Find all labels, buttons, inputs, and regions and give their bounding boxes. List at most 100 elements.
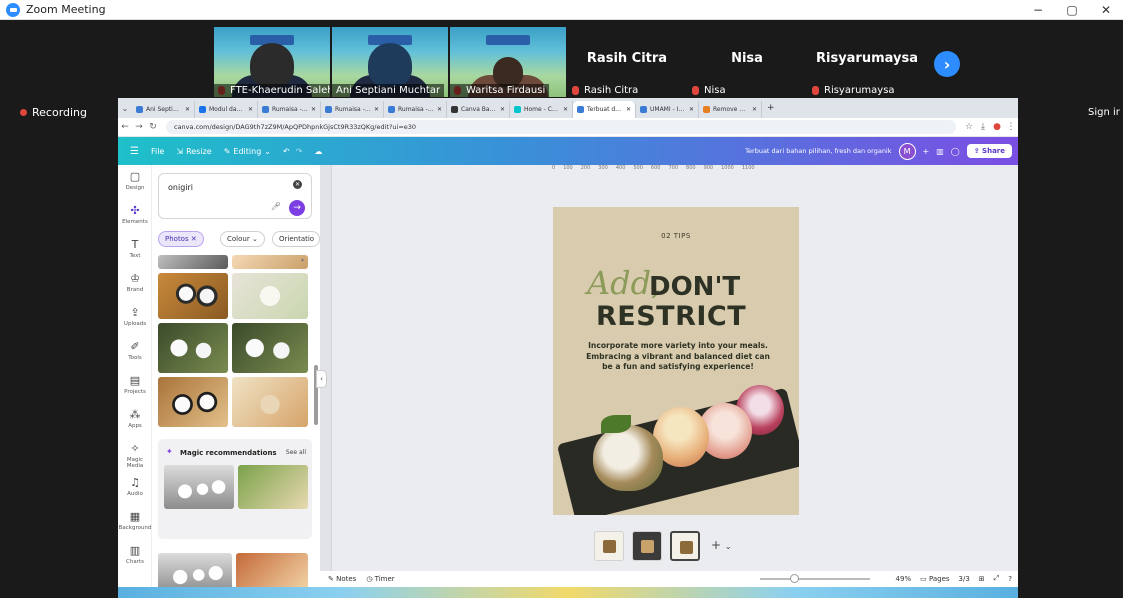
search-input[interactable]: onigiri bbox=[168, 183, 193, 192]
rail-item-uploads[interactable]: ⇪ Uploads bbox=[118, 307, 152, 328]
resize-button[interactable]: ⇲ Resize bbox=[176, 147, 211, 156]
rail-item-apps[interactable]: ⁂ Apps bbox=[118, 409, 152, 430]
rail-item-brand[interactable]: ♔ Brand bbox=[118, 273, 152, 294]
browser-tab[interactable]: Canva Basic Quiz✕ bbox=[447, 101, 510, 118]
pages-button[interactable]: ▭ Pages bbox=[920, 575, 949, 583]
download-icon[interactable]: ⤓ bbox=[976, 122, 990, 132]
tab-close-icon[interactable]: ✕ bbox=[563, 106, 568, 113]
browser-tab[interactable]: Ani Septiani Mu✕ bbox=[132, 101, 195, 118]
filter-chip-photos[interactable]: Photos ✕ bbox=[158, 231, 204, 247]
tab-close-icon[interactable]: ✕ bbox=[374, 106, 379, 113]
maximize-button[interactable]: ▢ bbox=[1055, 0, 1089, 20]
rail-item-tools[interactable]: ✐ Tools bbox=[118, 341, 152, 362]
zoom-slider[interactable] bbox=[760, 578, 870, 580]
hamburger-icon[interactable]: ☰ bbox=[130, 146, 139, 157]
rail-item-projects[interactable]: ▤ Projects bbox=[118, 375, 152, 396]
rail-item-magic-media[interactable]: ✧ Magic Media bbox=[118, 443, 152, 470]
photo-thumbnail[interactable] bbox=[232, 377, 308, 427]
rail-item-design[interactable]: ▢ Design bbox=[118, 171, 152, 192]
participant-tile[interactable]: Risyarumaysa Risyarumaysa bbox=[808, 27, 926, 97]
tab-close-icon[interactable]: ✕ bbox=[248, 106, 253, 113]
tab-close-icon[interactable]: ✕ bbox=[437, 106, 442, 113]
participant-tile[interactable]: Nisa Nisa bbox=[688, 27, 806, 97]
rail-item-audio[interactable]: ♫ Audio bbox=[118, 477, 152, 498]
zoom-slider-knob[interactable] bbox=[790, 574, 800, 583]
add-collaborator-icon[interactable]: + bbox=[923, 147, 930, 156]
document-title[interactable]: Terbuat dari bahan pilihan, fresh dan or… bbox=[745, 147, 891, 155]
photo-thumbnail[interactable] bbox=[232, 255, 308, 269]
browser-tab[interactable]: Modul dan Baha✕ bbox=[195, 101, 258, 118]
comment-icon[interactable]: ◯ bbox=[951, 147, 960, 156]
rail-item-text[interactable]: T Text bbox=[118, 239, 152, 260]
file-menu[interactable]: File bbox=[151, 147, 164, 156]
photo-thumbnail[interactable] bbox=[158, 255, 228, 269]
redo-icon[interactable]: ↷ bbox=[296, 147, 303, 156]
browser-tab[interactable]: Home - Canva✕ bbox=[510, 101, 573, 118]
forward-icon[interactable]: → bbox=[132, 122, 146, 132]
participant-tile[interactable]: Rasih Citra Rasih Citra bbox=[568, 27, 686, 97]
back-icon[interactable]: ← bbox=[118, 122, 132, 132]
photo-thumbnail[interactable] bbox=[158, 323, 228, 373]
undo-icon[interactable]: ↶ bbox=[283, 147, 290, 156]
help-icon[interactable]: ? bbox=[1008, 575, 1012, 583]
rail-item-elements[interactable]: ✣ Elements bbox=[118, 205, 152, 226]
see-all-link[interactable]: See all bbox=[286, 449, 306, 456]
notes-button[interactable]: ✎ Notes bbox=[328, 575, 356, 583]
fullscreen-icon[interactable]: ⤢ bbox=[994, 574, 1000, 583]
browser-tab[interactable]: Terbuat dari baha✕ bbox=[573, 101, 636, 118]
reload-icon[interactable]: ↻ bbox=[146, 122, 160, 132]
browser-tab[interactable]: Rumaisa - Photo✕ bbox=[258, 101, 321, 118]
poster-dont-text[interactable]: DON'T bbox=[649, 272, 740, 302]
rail-item-charts[interactable]: ▥ Charts bbox=[118, 545, 152, 566]
browser-tab[interactable]: Remove Backgrou✕ bbox=[699, 101, 762, 118]
filter-chip-orientation[interactable]: Orientatio bbox=[272, 231, 320, 247]
collapse-panel-icon[interactable]: ‹ bbox=[316, 370, 327, 388]
browser-tab[interactable]: UMAMI - Instagra✕ bbox=[636, 101, 699, 118]
menu-kebab-icon[interactable]: ⋮ bbox=[1004, 122, 1018, 132]
insights-chart-icon[interactable]: ▥ bbox=[936, 147, 944, 156]
add-page-button[interactable]: + ⌄ bbox=[711, 538, 732, 552]
new-tab-button[interactable]: + bbox=[767, 103, 775, 113]
photo-thumbnail[interactable] bbox=[164, 465, 234, 509]
tab-close-icon[interactable]: ✕ bbox=[185, 106, 190, 113]
zoom-level[interactable]: 49% bbox=[896, 575, 912, 583]
chevron-right-icon[interactable]: › bbox=[934, 51, 960, 77]
bookmark-star-icon[interactable]: ☆ bbox=[962, 122, 976, 132]
participant-tile[interactable]: FTE-Khaerudin Saleh-S... bbox=[214, 27, 330, 97]
page-thumbnail[interactable] bbox=[632, 531, 662, 561]
poster-page[interactable]: 02 TIPS Add, DON'T RESTRICT Incorporate … bbox=[553, 207, 799, 515]
tab-close-icon[interactable]: ✕ bbox=[689, 106, 694, 113]
participant-tile[interactable]: Waritsa Firdausi bbox=[450, 27, 566, 97]
filter-chip-colour[interactable]: Colour ⌄ bbox=[220, 231, 265, 247]
panel-scroll-up-icon[interactable]: ▴ bbox=[301, 256, 306, 266]
search-submit-button[interactable]: → bbox=[289, 200, 305, 216]
sign-in-link[interactable]: Sign ir bbox=[1088, 107, 1120, 118]
grid-view-icon[interactable]: ⊞ bbox=[979, 575, 985, 583]
photo-thumbnail[interactable] bbox=[158, 377, 228, 427]
microphone-icon[interactable]: 🎤︎ bbox=[271, 202, 281, 211]
photo-thumbnail[interactable] bbox=[232, 273, 308, 319]
share-button[interactable]: ⇪ Share bbox=[966, 144, 1012, 158]
participant-tile[interactable]: Ani Septiani Muchtar bbox=[332, 27, 448, 97]
rail-item-background[interactable]: ▦ Background bbox=[118, 511, 152, 532]
minimize-button[interactable]: − bbox=[1021, 0, 1055, 20]
poster-tips-label[interactable]: 02 TIPS bbox=[553, 232, 799, 240]
profile-icon[interactable]: ● bbox=[990, 122, 1004, 132]
photo-thumbnail[interactable] bbox=[158, 273, 228, 319]
close-button[interactable]: ✕ bbox=[1089, 0, 1123, 20]
editing-dropdown[interactable]: ✎ Editing ⌄ bbox=[224, 147, 271, 156]
page-thumbnail[interactable] bbox=[594, 531, 624, 561]
url-field[interactable]: canva.com/design/DAG9th7zZ9M/ApQPDhpnkGj… bbox=[166, 120, 956, 134]
avatar[interactable]: M bbox=[898, 142, 916, 160]
photo-thumbnail[interactable] bbox=[238, 465, 308, 509]
poster-restrict-text[interactable]: RESTRICT bbox=[596, 301, 746, 332]
tab-close-icon[interactable]: ✕ bbox=[311, 106, 316, 113]
search-box[interactable]: onigiri ✕ 🎤︎ → bbox=[158, 173, 312, 219]
tab-close-icon[interactable]: ✕ bbox=[500, 106, 505, 113]
clear-search-icon[interactable]: ✕ bbox=[293, 180, 302, 189]
tab-search-icon[interactable]: ⌄ bbox=[118, 104, 132, 113]
browser-tab[interactable]: Rumaisa - Logo✕ bbox=[321, 101, 384, 118]
poster-description[interactable]: Incorporate more variety into your meals… bbox=[583, 341, 773, 373]
browser-tab[interactable]: Rumaisa - Video✕ bbox=[384, 101, 447, 118]
tab-close-icon[interactable]: ✕ bbox=[626, 106, 631, 113]
